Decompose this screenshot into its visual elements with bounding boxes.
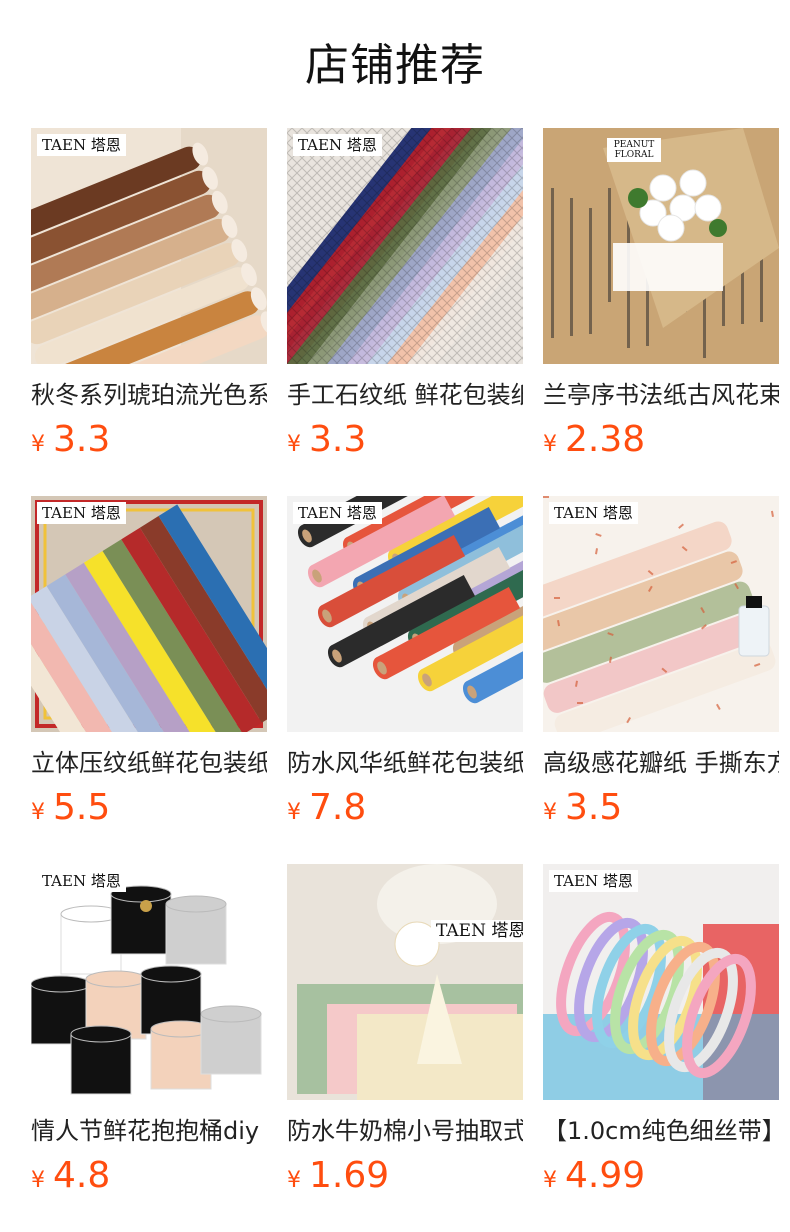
price-value: 5.5 [53,787,111,828]
brand-logo: TAEN 塔恩 [37,134,126,156]
price-value: 4.99 [565,1155,646,1196]
currency-symbol: ¥ [543,1168,557,1193]
currency-symbol: ¥ [543,800,557,825]
product-price: ¥3.3 [31,418,267,462]
brand-logo: TAEN 塔恩 [431,920,523,942]
currency-symbol: ¥ [31,1168,45,1193]
brand-logo: TAEN 塔恩 [549,870,638,892]
product-card[interactable]: PEANUT FLORAL 兰亭序书法纸古风花束包装 ¥2.38 [543,128,779,496]
currency-symbol: ¥ [287,800,301,825]
product-price: ¥7.8 [287,786,523,830]
currency-symbol: ¥ [31,800,45,825]
price-value: 1.69 [309,1155,390,1196]
product-card[interactable]: TAEN 塔恩手工石纹纸 鲜花包装纸 ¥3.3 [287,128,523,496]
currency-symbol: ¥ [287,432,301,457]
brand-logo: TAEN 塔恩 [549,502,638,524]
product-image[interactable]: TAEN 塔恩 [31,128,267,364]
brand-logo: PEANUT FLORAL [607,138,661,162]
product-image[interactable]: TAEN 塔恩 [287,864,523,1100]
product-image[interactable]: TAEN 塔恩 [543,864,779,1100]
price-value: 7.8 [309,787,367,828]
product-name[interactable]: 高级感花瓣纸 手撕东方 [543,746,779,780]
product-name[interactable]: 【1.0cm纯色细丝带】 [543,1114,779,1148]
brand-logo: TAEN 塔恩 [293,134,382,156]
product-price: ¥4.8 [31,1154,267,1198]
product-name[interactable]: 防水牛奶棉小号抽取式 [287,1114,523,1148]
product-card[interactable]: TAEN 塔恩【1.0cm纯色细丝带】 ¥4.99 [543,864,779,1232]
store-recommend-page: 店铺推荐 TAEN 塔恩 秋冬系列琥珀流光色系 ¥3.3 TAEN 塔恩 手工石纹纸 … [0,0,790,1232]
product-image[interactable]: TAEN 塔恩 [31,864,267,1100]
price-value: 4.8 [53,1155,111,1196]
product-price: ¥5.5 [31,786,267,830]
product-name[interactable]: 立体压纹纸鲜花包装纸 [31,746,267,780]
product-name[interactable]: 情人节鲜花抱抱桶diy [31,1114,267,1148]
product-price: ¥4.99 [543,1154,779,1198]
product-price: ¥2.38 [543,418,779,462]
product-name[interactable]: 手工石纹纸 鲜花包装纸 [287,378,523,412]
brand-logo: TAEN 塔恩 [293,502,382,524]
currency-symbol: ¥ [31,432,45,457]
product-name[interactable]: 秋冬系列琥珀流光色系 [31,378,267,412]
product-price: ¥1.69 [287,1154,523,1198]
brand-logo: TAEN 塔恩 [37,502,126,524]
product-card[interactable]: TAEN 塔恩防水牛奶棉小号抽取式 ¥1.69 [287,864,523,1232]
product-image[interactable]: PEANUT FLORAL [543,128,779,364]
product-card[interactable]: TAEN 塔恩高级感花瓣纸 手撕东方 ¥3.5 [543,496,779,864]
brand-logo: TAEN 塔恩 [37,870,126,892]
product-image[interactable]: TAEN 塔恩 [543,496,779,732]
product-image[interactable]: TAEN 塔恩 [287,496,523,732]
currency-symbol: ¥ [543,432,557,457]
product-card[interactable]: TAEN 塔恩立体压纹纸鲜花包装纸 ¥5.5 [31,496,267,864]
page-title: 店铺推荐 [305,40,485,91]
product-image[interactable]: TAEN 塔恩 [31,496,267,732]
price-value: 3.3 [53,419,111,460]
price-value: 2.38 [565,419,646,460]
product-card[interactable]: TAEN 塔恩秋冬系列琥珀流光色系 ¥3.3 [31,128,267,496]
price-value: 3.3 [309,419,367,460]
product-card[interactable]: TAEN 塔恩情人节鲜花抱抱桶diy ¥4.8 [31,864,267,1232]
product-card[interactable]: TAEN 塔恩防水风华纸鲜花包装纸 ¥7.8 [287,496,523,864]
product-name[interactable]: 兰亭序书法纸古风花束包装 [543,378,779,412]
product-grid: TAEN 塔恩 秋冬系列琥珀流光色系 ¥3.3 TAEN 塔恩 手工石纹纸 鲜花包装纸… [31,128,779,1232]
product-price: ¥3.5 [543,786,779,830]
product-image[interactable]: TAEN 塔恩 [287,128,523,364]
product-price: ¥3.3 [287,418,523,462]
price-value: 3.5 [565,787,623,828]
product-name[interactable]: 防水风华纸鲜花包装纸 [287,746,523,780]
currency-symbol: ¥ [287,1168,301,1193]
